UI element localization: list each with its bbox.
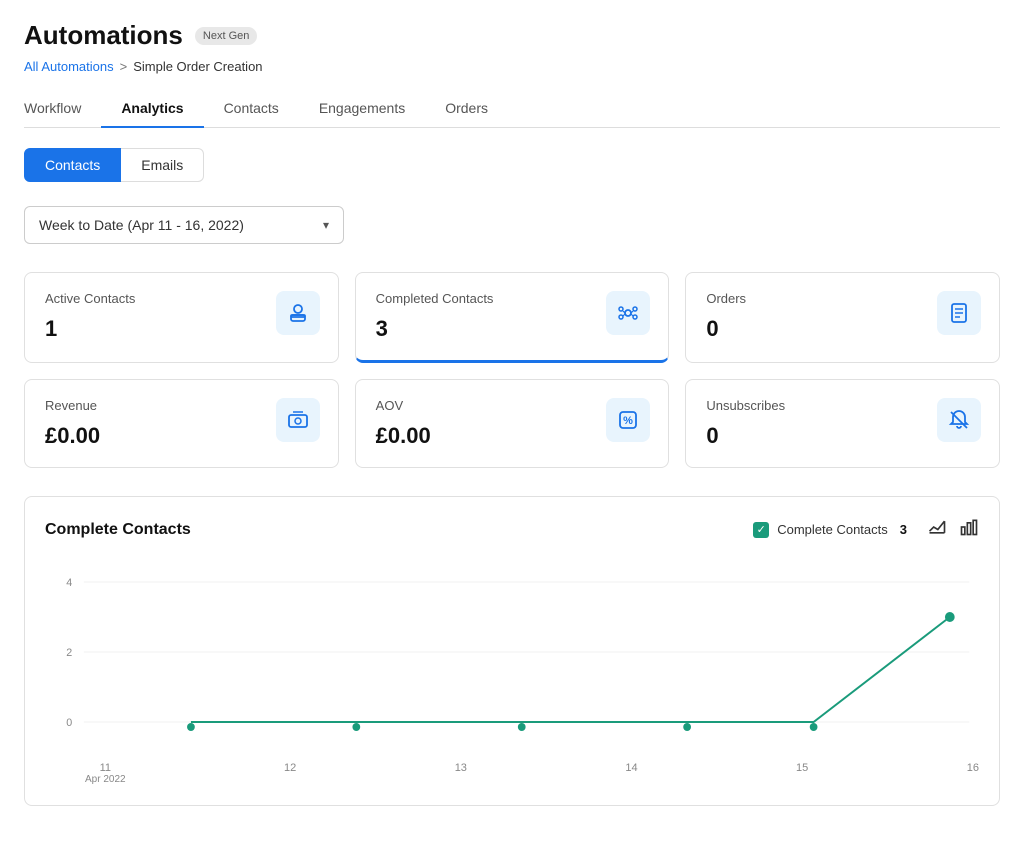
bar-chart-icon[interactable] — [959, 517, 979, 542]
legend-checkbox[interactable]: ✓ — [753, 522, 769, 538]
metric-card-aov: AOV £0.00 % — [355, 379, 670, 468]
sub-tab-contacts[interactable]: Contacts — [24, 148, 121, 182]
sub-tab-emails[interactable]: Emails — [121, 148, 204, 182]
chevron-down-icon: ▾ — [323, 218, 329, 232]
bell-off-icon — [937, 398, 981, 442]
x-label-11: 11 Apr 2022 — [85, 762, 126, 785]
chart-legend: ✓ Complete Contacts 3 — [753, 522, 907, 538]
tab-contacts[interactable]: Contacts — [204, 90, 299, 128]
date-filter-label: Week to Date (Apr 11 - 16, 2022) — [39, 217, 244, 233]
x-axis-labels: 11 Apr 2022 12 13 14 15 16 — [45, 758, 979, 785]
breadcrumb: All Automations > Simple Order Creation — [24, 59, 1000, 74]
breadcrumb-current: Simple Order Creation — [133, 59, 262, 74]
line-chart-icon[interactable] — [927, 517, 947, 542]
next-gen-badge: Next Gen — [195, 27, 257, 45]
aov-icon: % — [606, 398, 650, 442]
revenue-icon — [276, 398, 320, 442]
metric-card-orders: Orders 0 — [685, 272, 1000, 363]
tab-workflow[interactable]: Workflow — [24, 90, 101, 128]
metric-card-revenue: Revenue £0.00 — [24, 379, 339, 468]
x-label-16: 16 — [967, 762, 979, 785]
svg-text:2: 2 — [66, 647, 72, 659]
x-label-13: 13 — [455, 762, 467, 785]
header: Automations Next Gen — [24, 20, 1000, 51]
page-title: Automations — [24, 20, 183, 51]
tab-engagements[interactable]: Engagements — [299, 90, 425, 128]
sub-tabs: Contacts Emails — [24, 148, 1000, 182]
date-filter-dropdown[interactable]: Week to Date (Apr 11 - 16, 2022) ▾ — [24, 206, 344, 244]
page-container: Automations Next Gen All Automations > S… — [0, 0, 1024, 826]
chart-svg: 4 2 0 — [45, 562, 979, 762]
tab-orders[interactable]: Orders — [425, 90, 508, 128]
person-icon — [276, 291, 320, 335]
metric-card-unsubscribes: Unsubscribes 0 — [685, 379, 1000, 468]
x-label-12: 12 — [284, 762, 296, 785]
chart-title: Complete Contacts — [45, 521, 191, 539]
metric-card-active-contacts: Active Contacts 1 — [24, 272, 339, 363]
chart-section: Complete Contacts ✓ Complete Contacts 3 — [24, 496, 1000, 806]
x-label-15: 15 — [796, 762, 808, 785]
orders-icon — [937, 291, 981, 335]
svg-text:4: 4 — [66, 577, 72, 589]
legend-count: 3 — [900, 522, 907, 537]
legend-label: Complete Contacts — [777, 522, 888, 537]
contacts-icon — [606, 291, 650, 335]
metric-card-completed-contacts: Completed Contacts 3 — [355, 272, 670, 363]
chart-header: Complete Contacts ✓ Complete Contacts 3 — [45, 517, 979, 542]
svg-text:%: % — [623, 415, 633, 427]
breadcrumb-link[interactable]: All Automations — [24, 59, 114, 74]
chart-area: 4 2 0 — [45, 562, 979, 762]
chart-icon-buttons — [927, 517, 979, 542]
tab-analytics[interactable]: Analytics — [101, 90, 203, 128]
x-label-14: 14 — [625, 762, 637, 785]
breadcrumb-separator: > — [120, 59, 128, 74]
main-tabs: Workflow Analytics Contacts Engagements … — [24, 90, 1000, 128]
svg-text:0: 0 — [66, 717, 72, 729]
metrics-grid: Active Contacts 1 Completed Contacts 3 — [24, 272, 1000, 468]
